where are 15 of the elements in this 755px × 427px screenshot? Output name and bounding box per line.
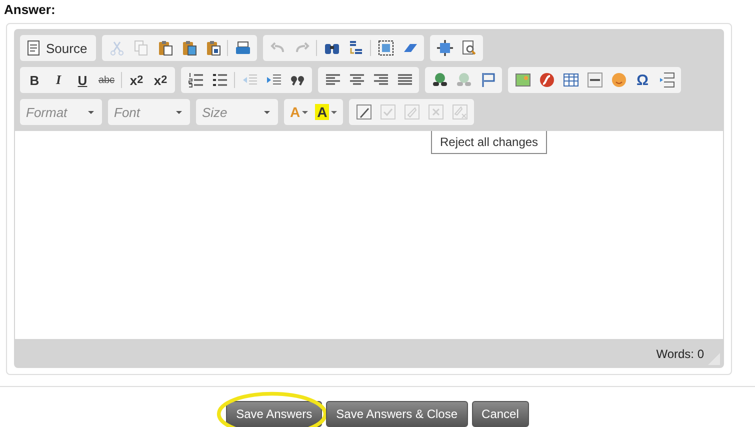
answer-label: Answer:	[3, 1, 56, 19]
editor-content-area[interactable]: Reject all changes	[14, 131, 724, 339]
action-button[interactable]: Save Answers	[226, 401, 322, 427]
action-button[interactable]: Save Answers & Close	[326, 401, 468, 427]
format-button[interactable]: abc	[95, 69, 118, 91]
format-button[interactable]: I	[47, 69, 70, 91]
document-icon	[27, 40, 41, 56]
action-button[interactable]: Cancel	[472, 401, 529, 427]
format-button[interactable]: B	[23, 69, 46, 91]
background-color-button[interactable]: A	[312, 101, 340, 123]
word-count: Words: 0	[656, 346, 704, 360]
source-button[interactable]: Source	[23, 37, 94, 59]
format-button[interactable]: Ω	[631, 69, 654, 91]
tooltip: Reject all changes	[431, 131, 548, 154]
format-button[interactable]: U	[71, 69, 94, 91]
